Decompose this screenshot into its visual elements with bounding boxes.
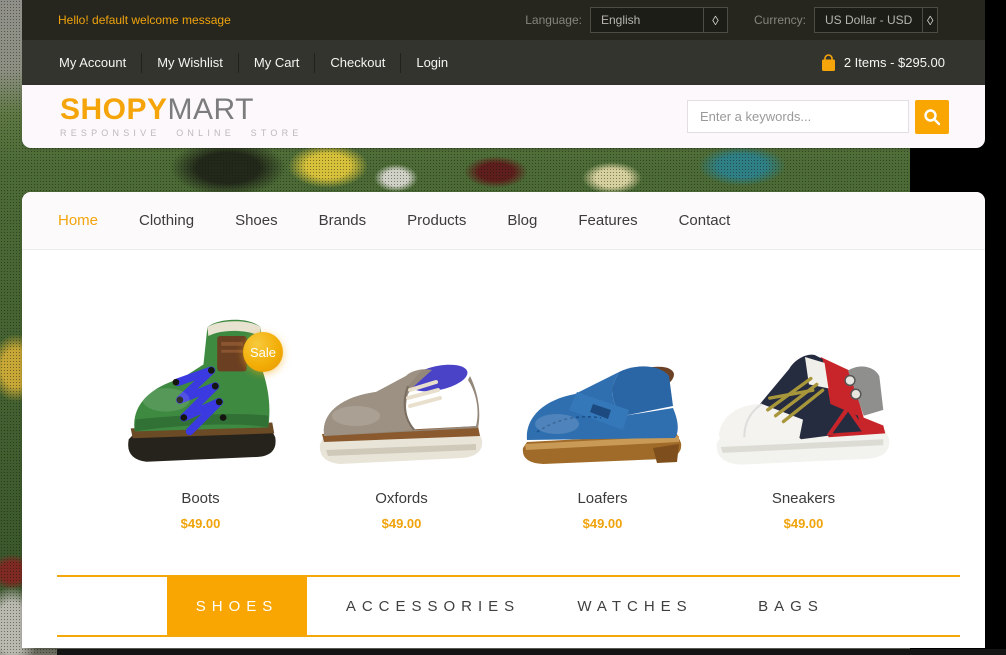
- cart-summary-text: 2 Items - $295.00: [844, 55, 945, 70]
- product-image-oxfords[interactable]: [301, 304, 502, 478]
- search-input[interactable]: [687, 100, 909, 133]
- search-icon: [923, 108, 941, 126]
- language-value: English: [591, 13, 703, 27]
- tab-watches[interactable]: WATCHES: [565, 577, 705, 635]
- nav-item-shoes[interactable]: Shoes: [235, 212, 278, 229]
- link-my-account[interactable]: My Account: [44, 53, 141, 72]
- product-card-loafers: Loafers $49.00: [502, 304, 703, 531]
- product-image-sneakers[interactable]: [703, 304, 904, 478]
- product-image-loafers[interactable]: [502, 304, 703, 478]
- welcome-message: Hello! default welcome message: [58, 13, 231, 27]
- logo-tagline: RESPONSIVE ONLINE STORE: [60, 129, 302, 138]
- cart-summary[interactable]: 2 Items - $295.00: [821, 54, 945, 72]
- main-nav: Home Clothing Shoes Brands Products Blog…: [22, 192, 985, 250]
- link-checkout[interactable]: Checkout: [315, 53, 400, 72]
- language-label: Language:: [525, 13, 582, 27]
- product-grid: Sale Boots $49.00 Oxfords: [22, 250, 985, 531]
- product-name[interactable]: Boots: [100, 490, 301, 507]
- footer-strip: [57, 649, 1006, 655]
- product-name[interactable]: Sneakers: [703, 490, 904, 507]
- tab-accessories[interactable]: ACCESSORIES: [337, 577, 529, 635]
- currency-label: Currency:: [754, 13, 806, 27]
- product-name[interactable]: Oxfords: [301, 490, 502, 507]
- site-logo[interactable]: SHOPYMART RESPONSIVE ONLINE STORE: [60, 95, 302, 138]
- currency-value: US Dollar - USD: [815, 13, 922, 27]
- user-links-bar: My Account My Wishlist My Cart Checkout …: [22, 40, 985, 85]
- nav-item-features[interactable]: Features: [578, 212, 637, 229]
- sale-badge: Sale: [243, 332, 283, 372]
- product-card-boots: Sale Boots $49.00: [100, 304, 301, 531]
- top-utility-bar: Hello! default welcome message Language:…: [22, 0, 985, 40]
- nav-item-products[interactable]: Products: [407, 212, 466, 229]
- nav-item-blog[interactable]: Blog: [507, 212, 537, 229]
- search-button[interactable]: [915, 100, 949, 134]
- currency-select[interactable]: US Dollar - USD ◊: [814, 7, 938, 33]
- tab-shoes[interactable]: SHOES: [167, 577, 307, 635]
- product-price: $49.00: [502, 516, 703, 531]
- oxford-illustration: [312, 336, 492, 478]
- sneaker-illustration: [711, 328, 897, 478]
- select-arrows-icon: ◊: [922, 8, 937, 32]
- logo-secondary: MART: [168, 93, 254, 126]
- tab-bags[interactable]: BAGS: [743, 577, 839, 635]
- link-my-cart[interactable]: My Cart: [239, 53, 315, 72]
- site-header: SHOPYMART RESPONSIVE ONLINE STORE: [22, 85, 985, 148]
- product-price: $49.00: [301, 516, 502, 531]
- language-select[interactable]: English ◊: [590, 7, 728, 33]
- product-price: $49.00: [703, 516, 904, 531]
- main-content-card: Home Clothing Shoes Brands Products Blog…: [22, 192, 985, 648]
- nav-item-brands[interactable]: Brands: [319, 212, 367, 229]
- nav-item-home[interactable]: Home: [58, 212, 98, 229]
- product-card-sneakers: Sneakers $49.00: [703, 304, 904, 531]
- product-price: $49.00: [100, 516, 301, 531]
- product-image-boots[interactable]: Sale: [100, 304, 301, 478]
- logo-primary: SHOPY: [60, 93, 168, 126]
- nav-item-contact[interactable]: Contact: [679, 212, 731, 229]
- product-name[interactable]: Loafers: [502, 490, 703, 507]
- loafer-illustration: [513, 336, 693, 478]
- shopping-bag-icon: [821, 54, 836, 72]
- select-arrows-icon: ◊: [703, 8, 727, 32]
- product-card-oxfords: Oxfords $49.00: [301, 304, 502, 531]
- category-tabbar: SHOES ACCESSORIES WATCHES BAGS: [57, 575, 960, 637]
- link-my-wishlist[interactable]: My Wishlist: [142, 53, 238, 72]
- nav-item-clothing[interactable]: Clothing: [139, 212, 194, 229]
- link-login[interactable]: Login: [401, 53, 463, 72]
